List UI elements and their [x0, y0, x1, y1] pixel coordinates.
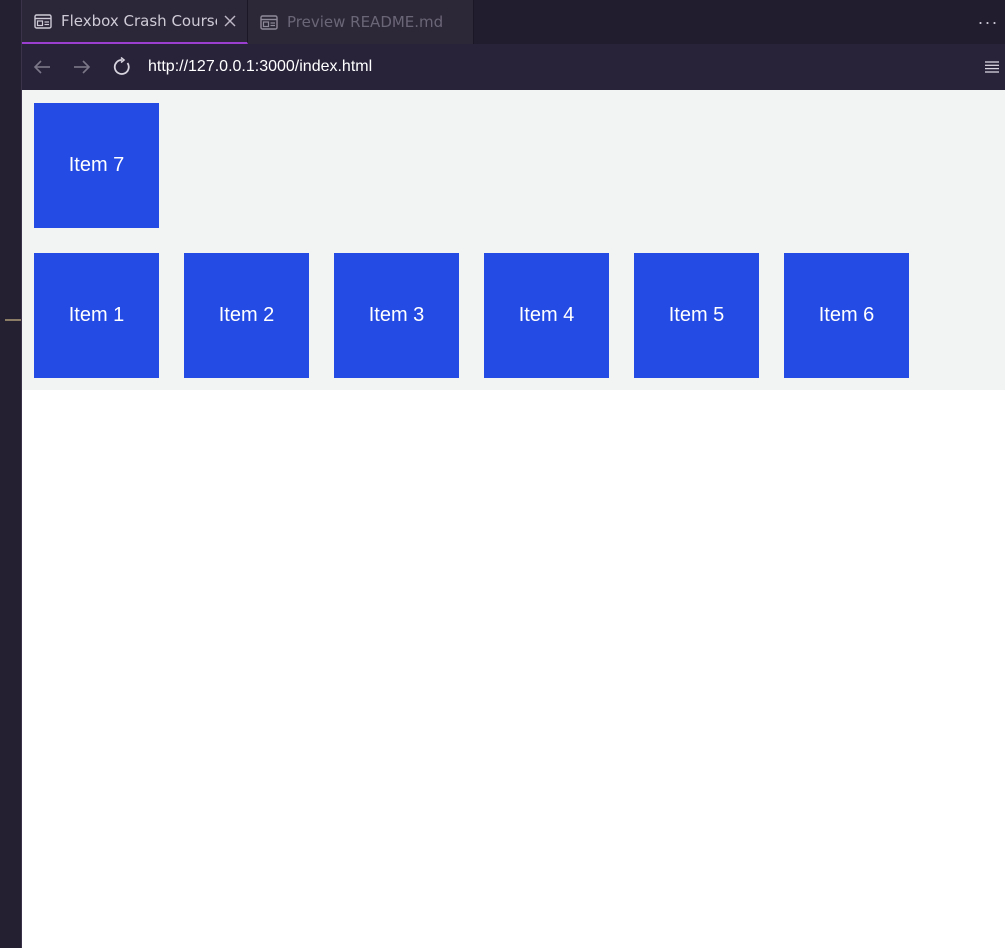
flex-item-6: Item 6 — [784, 253, 909, 378]
flex-item-5: Item 5 — [634, 253, 759, 378]
arrow-left-icon — [33, 60, 50, 74]
tab-label: Flexbox Crash Course — [61, 12, 217, 30]
panel-resize-handle[interactable] — [5, 319, 21, 321]
flex-container: Item 7 Item 1 Item 2 Item 3 Item 4 Item … — [22, 90, 1005, 390]
close-icon[interactable] — [223, 14, 237, 28]
flex-row-bottom: Item 1 Item 2 Item 3 Item 4 Item 5 Item … — [34, 253, 1005, 378]
arrow-right-icon — [74, 60, 91, 74]
flex-item-1: Item 1 — [34, 253, 159, 378]
flex-item-3: Item 3 — [334, 253, 459, 378]
back-button[interactable] — [22, 44, 62, 90]
reload-button[interactable] — [102, 44, 142, 90]
preview-icon — [34, 13, 52, 29]
tab-bar-empty-area — [474, 0, 971, 44]
address-url[interactable]: http://127.0.0.1:3000/index.html — [148, 58, 979, 76]
flex-item-4: Item 4 — [484, 253, 609, 378]
forward-button[interactable] — [62, 44, 102, 90]
hamburger-menu-icon — [985, 61, 999, 73]
page-viewport: Item 7 Item 1 Item 2 Item 3 Item 4 Item … — [22, 90, 1005, 948]
tab-flexbox-crash-course[interactable]: Flexbox Crash Course — [22, 0, 248, 44]
flex-item-2: Item 2 — [184, 253, 309, 378]
tab-bar: Flexbox Crash Course Preview README.md ·… — [22, 0, 1005, 44]
flex-item-7: Item 7 — [34, 103, 159, 228]
browser-menu-button[interactable] — [979, 44, 1005, 90]
flex-row-top: Item 7 — [34, 103, 1005, 228]
preview-icon — [260, 14, 278, 30]
browser-toolbar: http://127.0.0.1:3000/index.html — [22, 44, 1005, 90]
tab-preview-readme[interactable]: Preview README.md — [248, 0, 474, 44]
activity-bar-strip — [0, 0, 22, 948]
tab-label: Preview README.md — [287, 13, 444, 31]
reload-icon — [113, 57, 130, 75]
more-actions-button[interactable]: ··· — [971, 0, 1005, 44]
